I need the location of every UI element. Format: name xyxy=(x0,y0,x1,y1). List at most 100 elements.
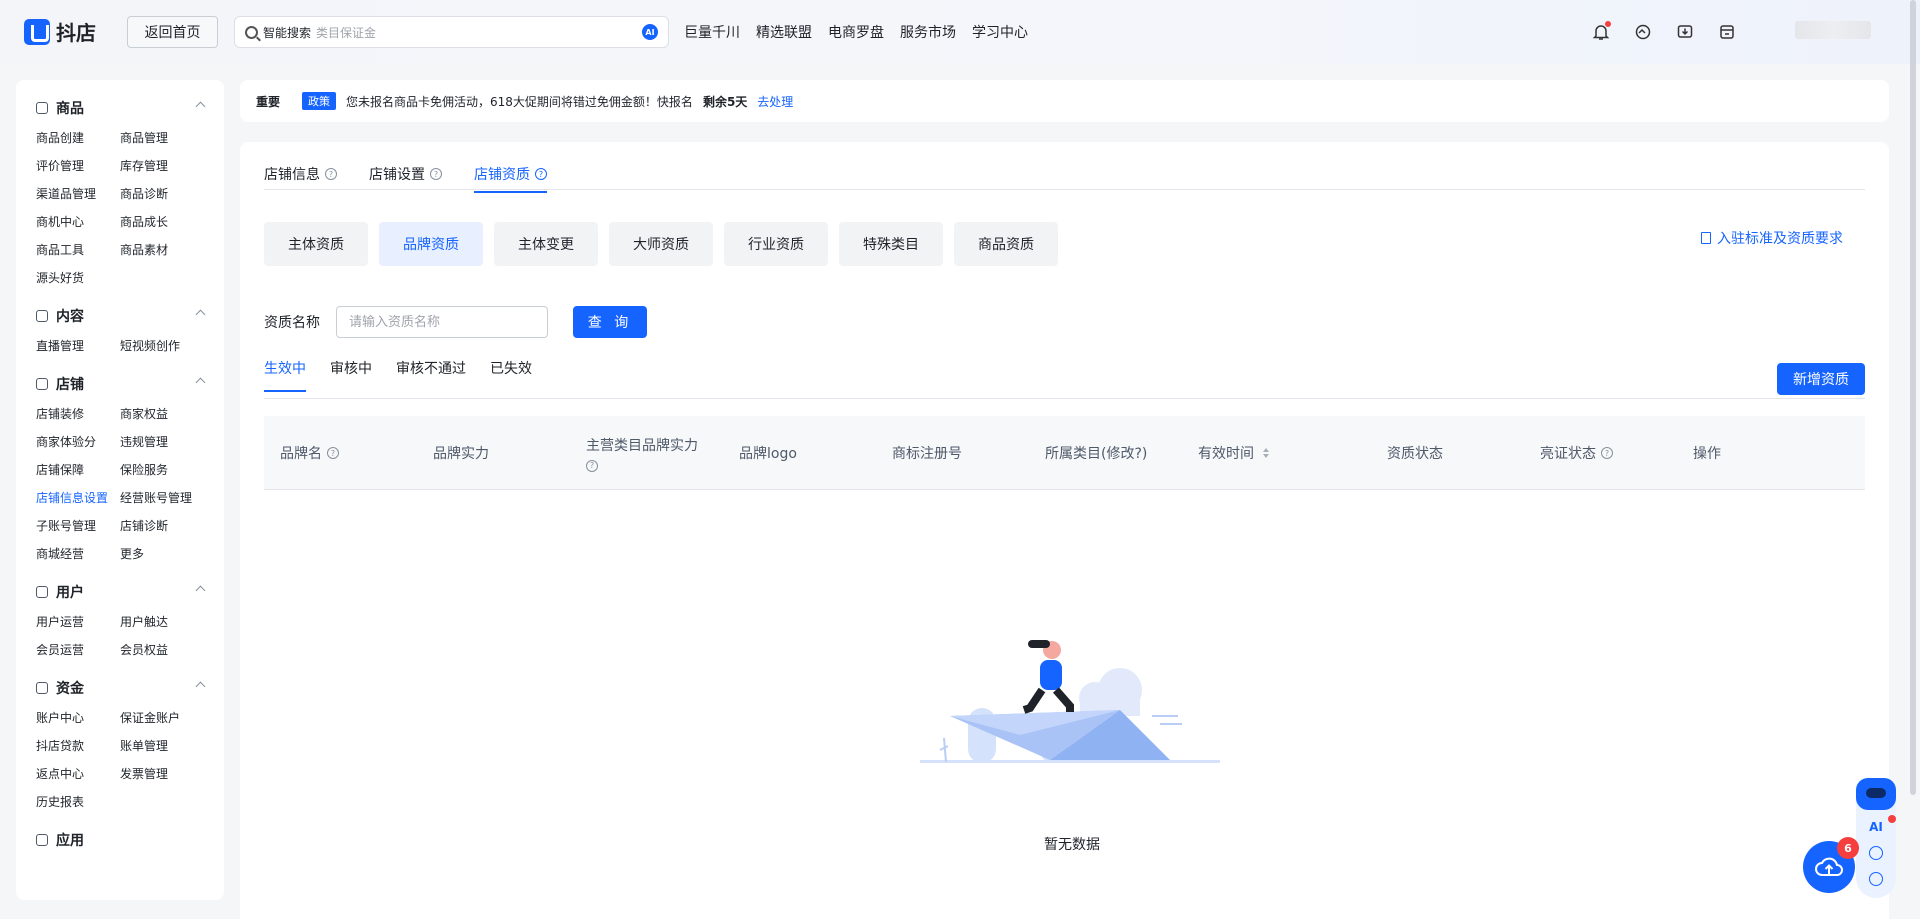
top-nav: 巨量千川 精选联盟 电商罗盘 服务市场 学习中心 xyxy=(684,22,1028,42)
sidebar-item[interactable]: 账户中心 xyxy=(36,704,120,732)
sidebar-item[interactable]: 返点中心 xyxy=(36,760,120,788)
segment-entity-change[interactable]: 主体变更 xyxy=(494,222,598,266)
nav-learning-center[interactable]: 学习中心 xyxy=(972,22,1028,42)
sidebar-item[interactable]: 渠道品管理 xyxy=(36,180,120,208)
help-icon[interactable]: ? xyxy=(586,459,598,472)
sidebar-item[interactable]: 商品创建 xyxy=(36,124,120,152)
store-icon xyxy=(36,378,48,390)
help-icon[interactable]: ? xyxy=(1601,447,1613,459)
chevron-up-icon xyxy=(195,377,206,388)
segment-entity[interactable]: 主体资质 xyxy=(264,222,368,266)
product-icon xyxy=(36,102,48,114)
column-brand-logo: 品牌logo xyxy=(739,446,797,462)
standards-doc-link[interactable]: 入驻标准及资质要求 xyxy=(1701,228,1843,248)
sidebar-item[interactable]: 更多 xyxy=(120,540,204,568)
sidebar-item[interactable]: 用户触达 xyxy=(120,608,204,636)
sidebar-item[interactable]: 发票管理 xyxy=(120,760,204,788)
sidebar-item[interactable]: 源头好货 xyxy=(36,264,120,292)
sidebar-item[interactable]: 子账号管理 xyxy=(36,512,120,540)
segment-special-category[interactable]: 特殊类目 xyxy=(839,222,943,266)
bell-icon[interactable] xyxy=(1589,20,1613,44)
help-icon[interactable]: ? xyxy=(535,168,547,180)
help-icon[interactable]: ? xyxy=(430,168,442,180)
sidebar-group-header[interactable]: 资金 xyxy=(36,676,206,700)
hexagon-icon xyxy=(36,834,48,846)
sidebar-item[interactable]: 保证金账户 xyxy=(120,704,204,732)
tab-under-review[interactable]: 审核中 xyxy=(330,358,372,388)
sidebar-item[interactable]: 直播管理 xyxy=(36,332,120,360)
segment-master[interactable]: 大师资质 xyxy=(609,222,713,266)
help-icon[interactable]: ? xyxy=(325,168,337,180)
sidebar-item[interactable]: 历史报表 xyxy=(36,788,120,816)
sidebar-item[interactable]: 商品成长 xyxy=(120,208,204,236)
sidebar-group-header[interactable]: 用户 xyxy=(36,580,206,604)
back-home-button[interactable]: 返回首页 xyxy=(127,16,218,48)
nav-compass[interactable]: 电商罗盘 xyxy=(828,22,884,42)
sidebar-item[interactable]: 会员权益 xyxy=(120,636,204,664)
segment-product[interactable]: 商品资质 xyxy=(954,222,1058,266)
headset-icon[interactable] xyxy=(1631,20,1655,44)
sidebar-item[interactable]: 商品诊断 xyxy=(120,180,204,208)
nav-service-market[interactable]: 服务市场 xyxy=(900,22,956,42)
nav-alliance[interactable]: 精选联盟 xyxy=(756,22,812,42)
store-icon[interactable] xyxy=(1715,20,1739,44)
sidebar-item[interactable]: 商城经营 xyxy=(36,540,120,568)
tab-store-info[interactable]: 店铺信息? xyxy=(264,160,337,188)
sidebar-item[interactable]: 保险服务 xyxy=(120,456,204,484)
sidebar-item[interactable]: 库存管理 xyxy=(120,152,204,180)
page-scrollbar[interactable] xyxy=(1910,0,1916,795)
sidebar-group-content: 内容 直播管理 短视频创作 xyxy=(36,304,224,360)
avatar[interactable] xyxy=(1795,21,1871,39)
help-icon[interactable]: ? xyxy=(327,447,339,459)
sidebar-group-header[interactable]: 商品 xyxy=(36,96,206,120)
notice-action-link[interactable]: 去处理 xyxy=(757,93,793,110)
sort-icon[interactable] xyxy=(1263,448,1269,458)
headset-icon[interactable] xyxy=(1869,846,1883,860)
tab-active-status[interactable]: 生效中 xyxy=(264,358,306,392)
query-button[interactable]: 查 询 xyxy=(573,306,647,338)
sidebar-group-header[interactable]: 店铺 xyxy=(36,372,206,396)
column-valid-time[interactable]: 有效时间 xyxy=(1198,416,1269,490)
sidebar-item[interactable]: 店铺装修 xyxy=(36,400,120,428)
sidebar-item[interactable]: 账单管理 xyxy=(120,732,204,760)
sidebar-item[interactable]: 抖店贷款 xyxy=(36,732,120,760)
logo-text: 抖店 xyxy=(56,21,96,45)
tab-store-qualification[interactable]: 店铺资质? xyxy=(474,160,547,193)
sidebar-item[interactable]: 评价管理 xyxy=(36,152,120,180)
segment-industry[interactable]: 行业资质 xyxy=(724,222,828,266)
column-main-category-strength: 主营类目品牌实力? xyxy=(586,437,698,472)
ai-assistant-label[interactable]: AI xyxy=(1869,820,1883,834)
sidebar-item[interactable]: 短视频创作 xyxy=(120,332,204,360)
sidebar-item[interactable]: 商家权益 xyxy=(120,400,204,428)
tab-store-settings[interactable]: 店铺设置? xyxy=(369,160,442,188)
nav-qianchuan[interactable]: 巨量千川 xyxy=(684,22,740,42)
ai-search-icon[interactable]: AI xyxy=(642,24,658,40)
shield-icon[interactable] xyxy=(1869,872,1883,886)
sidebar-item[interactable]: 违规管理 xyxy=(120,428,204,456)
search-input[interactable]: 类目保证金 xyxy=(316,24,637,41)
sidebar-item-store-info-settings[interactable]: 店铺信息设置 xyxy=(36,484,120,512)
sidebar-item[interactable]: 店铺保障 xyxy=(36,456,120,484)
sidebar-item[interactable]: 用户运营 xyxy=(36,608,120,636)
logo[interactable]: 抖店 xyxy=(24,17,96,46)
sidebar-item[interactable]: 商机中心 xyxy=(36,208,120,236)
sidebar-item[interactable]: 会员运营 xyxy=(36,636,120,664)
sidebar-item[interactable]: 商品工具 xyxy=(36,236,120,264)
sidebar-item[interactable]: 商品管理 xyxy=(120,124,204,152)
sidebar-group-header[interactable]: 应用 xyxy=(36,828,204,852)
sidebar-item[interactable]: 商家体验分 xyxy=(36,428,120,456)
sidebar-item[interactable]: 店铺诊断 xyxy=(120,512,204,540)
tab-rejected[interactable]: 审核不通过 xyxy=(396,358,466,388)
tv-icon xyxy=(36,310,48,322)
notice-text: 您未报名商品卡免佣活动，618大促期间将错过免佣金额！快报名 xyxy=(346,94,693,109)
tab-expired[interactable]: 已失效 xyxy=(490,358,532,388)
column-actions: 操作 xyxy=(1693,446,1721,462)
segment-brand[interactable]: 品牌资质 xyxy=(379,222,483,266)
sidebar-item[interactable]: 商品素材 xyxy=(120,236,204,264)
sidebar-group-header[interactable]: 内容 xyxy=(36,304,206,328)
qualification-name-input[interactable] xyxy=(336,306,548,338)
smart-search[interactable]: 智能搜索 类目保证金 AI xyxy=(234,16,669,48)
download-icon[interactable] xyxy=(1673,20,1697,44)
sidebar-item[interactable]: 经营账号管理 xyxy=(120,484,204,512)
add-qualification-button[interactable]: 新增资质 xyxy=(1777,363,1865,395)
